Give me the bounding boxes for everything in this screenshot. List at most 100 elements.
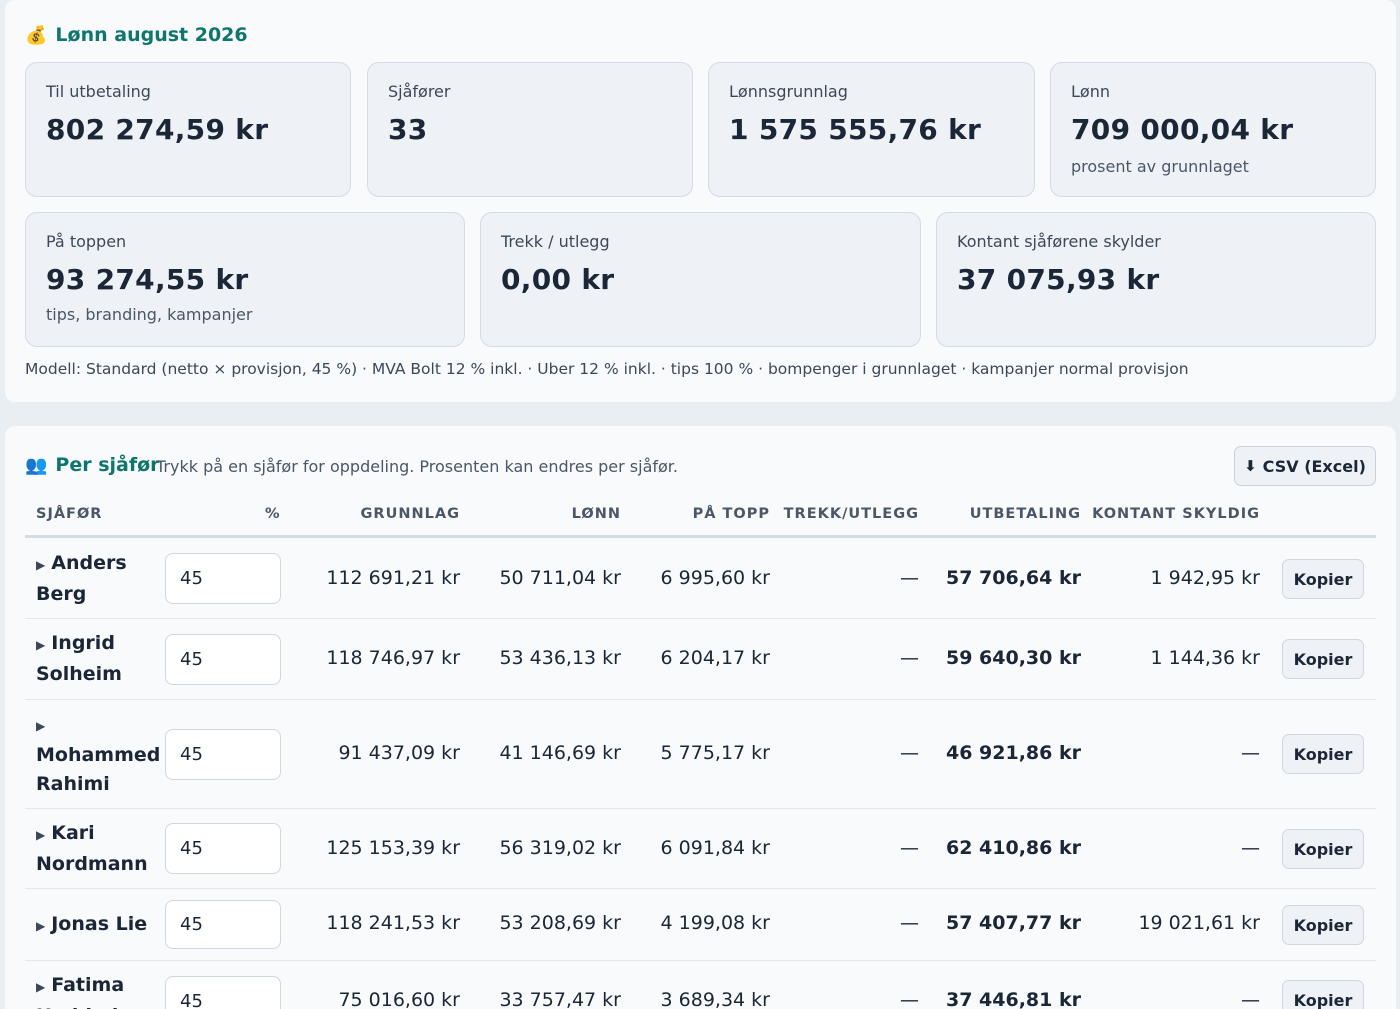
- table-row[interactable]: ▶Fatima Haddad 45 75 016,60 kr 33 757,47…: [25, 961, 1376, 1009]
- cell-payout: 62 410,86 kr: [946, 837, 1081, 859]
- driver-name[interactable]: ▶ Mohammed Rahimi: [36, 710, 166, 799]
- money-bag-icon: 💰: [25, 24, 48, 46]
- col-header-payout: UTBETALING: [969, 506, 1081, 522]
- expand-caret-icon: ▶: [36, 980, 46, 994]
- copy-button[interactable]: Kopier: [1282, 559, 1364, 599]
- cell-deduct: —: [900, 912, 919, 934]
- card-label: Lønn: [1071, 82, 1110, 101]
- card-drivers: Sjåfører 33: [367, 62, 693, 197]
- expand-caret-icon: ▶: [36, 638, 46, 652]
- cell-base: 112 691,21 kr: [326, 567, 460, 589]
- driver-name[interactable]: ▶ Kari Nordmann: [36, 819, 166, 879]
- cell-cash: —: [1241, 989, 1260, 1009]
- copy-button[interactable]: Kopier: [1282, 980, 1364, 1009]
- table-row[interactable]: ▶ Mohammed Rahimi 45 91 437,09 kr 41 146,…: [25, 700, 1376, 809]
- csv-export-button[interactable]: ⬇ CSV (Excel): [1234, 446, 1376, 486]
- cell-wage: 33 757,47 kr: [499, 989, 621, 1009]
- card-value: 33: [388, 113, 428, 146]
- cell-base: 91 437,09 kr: [338, 742, 460, 764]
- cell-payout: 57 407,77 kr: [946, 912, 1081, 934]
- card-label: Lønnsgrunnlag: [729, 82, 848, 101]
- copy-button[interactable]: Kopier: [1282, 829, 1364, 869]
- percent-input[interactable]: 45: [165, 976, 281, 1009]
- cell-base: 75 016,60 kr: [338, 989, 460, 1009]
- cell-base: 118 746,97 kr: [326, 647, 460, 669]
- col-header-pct: %: [265, 506, 281, 522]
- cell-top: 5 775,17 kr: [660, 742, 770, 764]
- download-arrow-icon: ⬇: [1244, 457, 1257, 475]
- cell-wage: 53 436,13 kr: [499, 647, 621, 669]
- copy-button[interactable]: Kopier: [1282, 734, 1364, 774]
- driver-name-text: Anders Berg: [36, 552, 127, 605]
- card-label: På toppen: [46, 232, 127, 251]
- cell-top: 4 199,08 kr: [660, 912, 770, 934]
- card-value: 93 274,55 kr: [46, 263, 249, 296]
- cell-top: 3 689,34 kr: [660, 989, 770, 1009]
- col-header-top: PÅ TOPP: [692, 506, 770, 522]
- cell-cash: —: [1241, 837, 1260, 859]
- cell-top: 6 091,84 kr: [660, 837, 770, 859]
- driver-name[interactable]: ▶Fatima Haddad: [36, 971, 166, 1009]
- percent-input[interactable]: 45: [165, 729, 281, 780]
- card-label: Til utbetaling: [46, 82, 151, 101]
- cell-deduct: —: [900, 989, 919, 1009]
- cell-wage: 53 208,69 kr: [499, 912, 621, 934]
- cell-payout: 37 446,81 kr: [946, 989, 1081, 1009]
- card-value: 0,00 kr: [501, 263, 615, 296]
- cell-wage: 56 319,02 kr: [499, 837, 621, 859]
- cell-wage: 50 711,04 kr: [499, 567, 621, 589]
- driver-name[interactable]: ▶ Ingrid Solheim: [36, 629, 166, 689]
- col-header-cash: KONTANT SKYLDIG: [1092, 506, 1260, 522]
- driver-name[interactable]: ▶ Jonas Lie: [36, 910, 176, 941]
- card-value: 709 000,04 kr: [1071, 113, 1294, 146]
- card-value: 802 274,59 kr: [46, 113, 269, 146]
- cell-payout: 57 706,64 kr: [946, 567, 1081, 589]
- model-description: Modell: Standard (netto × provisjon, 45 …: [25, 360, 1189, 378]
- cell-payout: 59 640,30 kr: [946, 647, 1081, 669]
- card-wage: Lønn 709 000,04 kr prosent av grunnlaget: [1050, 62, 1376, 197]
- drivers-hint: Trykk på en sjåfør for oppdeling. Prosen…: [156, 457, 678, 476]
- cell-deduct: —: [900, 742, 919, 764]
- card-value: 37 075,93 kr: [957, 263, 1160, 296]
- table-row[interactable]: ▶ Jonas Lie 45 118 241,53 kr 53 208,69 kr…: [25, 889, 1376, 961]
- cell-cash: 1 942,95 kr: [1150, 567, 1260, 589]
- table-row[interactable]: ▶ Anders Berg 45 112 691,21 kr 50 711,04 …: [25, 538, 1376, 619]
- cell-wage: 41 146,69 kr: [499, 742, 621, 764]
- percent-input[interactable]: 45: [165, 553, 281, 604]
- driver-name-text: Kari Nordmann: [36, 822, 148, 875]
- percent-input[interactable]: 45: [165, 634, 281, 685]
- copy-button[interactable]: Kopier: [1282, 905, 1364, 945]
- card-label: Kontant sjåførene skylder: [957, 232, 1161, 251]
- cell-cash: —: [1241, 742, 1260, 764]
- people-icon: 👥: [25, 454, 48, 476]
- percent-input[interactable]: 45: [165, 900, 281, 949]
- cell-cash: 19 021,61 kr: [1138, 912, 1260, 934]
- copy-button[interactable]: Kopier: [1282, 639, 1364, 679]
- expand-caret-icon: ▶: [36, 919, 46, 933]
- card-label: Sjåfører: [388, 82, 451, 101]
- summary-title: 💰 Lønn august 2026: [25, 24, 248, 46]
- cell-deduct: —: [900, 837, 919, 859]
- card-label: Trekk / utlegg: [501, 232, 610, 251]
- driver-name[interactable]: ▶ Anders Berg: [36, 549, 166, 609]
- expand-caret-icon: ▶: [36, 558, 46, 572]
- drivers-title-text: Per sjåfør: [55, 454, 160, 476]
- table-row[interactable]: ▶ Kari Nordmann 45 125 153,39 kr 56 319,0…: [25, 809, 1376, 889]
- drivers-title: 👥 Per sjåfør: [25, 454, 160, 476]
- card-value: 1 575 555,76 kr: [729, 113, 982, 146]
- col-header-deduct: TREKK/UTLEGG: [783, 506, 919, 522]
- card-on-top: På toppen 93 274,55 kr tips, branding, k…: [25, 212, 465, 347]
- driver-name-text: Jonas Lie: [51, 913, 148, 935]
- drivers-panel: 👥 Per sjåfør Trykk på en sjåfør for oppd…: [5, 426, 1396, 1009]
- cell-deduct: —: [900, 567, 919, 589]
- driver-name-text: Fatima Haddad: [36, 974, 125, 1009]
- card-payout: Til utbetaling 802 274,59 kr: [25, 62, 351, 197]
- card-deductions: Trekk / utlegg 0,00 kr: [480, 212, 921, 347]
- cell-payout: 46 921,86 kr: [946, 742, 1081, 764]
- percent-input[interactable]: 45: [165, 823, 281, 874]
- cell-cash: 1 144,36 kr: [1150, 647, 1260, 669]
- cell-base: 118 241,53 kr: [326, 912, 460, 934]
- driver-name-text: Ingrid Solheim: [36, 632, 122, 685]
- expand-caret-icon: ▶: [36, 719, 46, 733]
- table-row[interactable]: ▶ Ingrid Solheim 45 118 746,97 kr 53 436,…: [25, 619, 1376, 700]
